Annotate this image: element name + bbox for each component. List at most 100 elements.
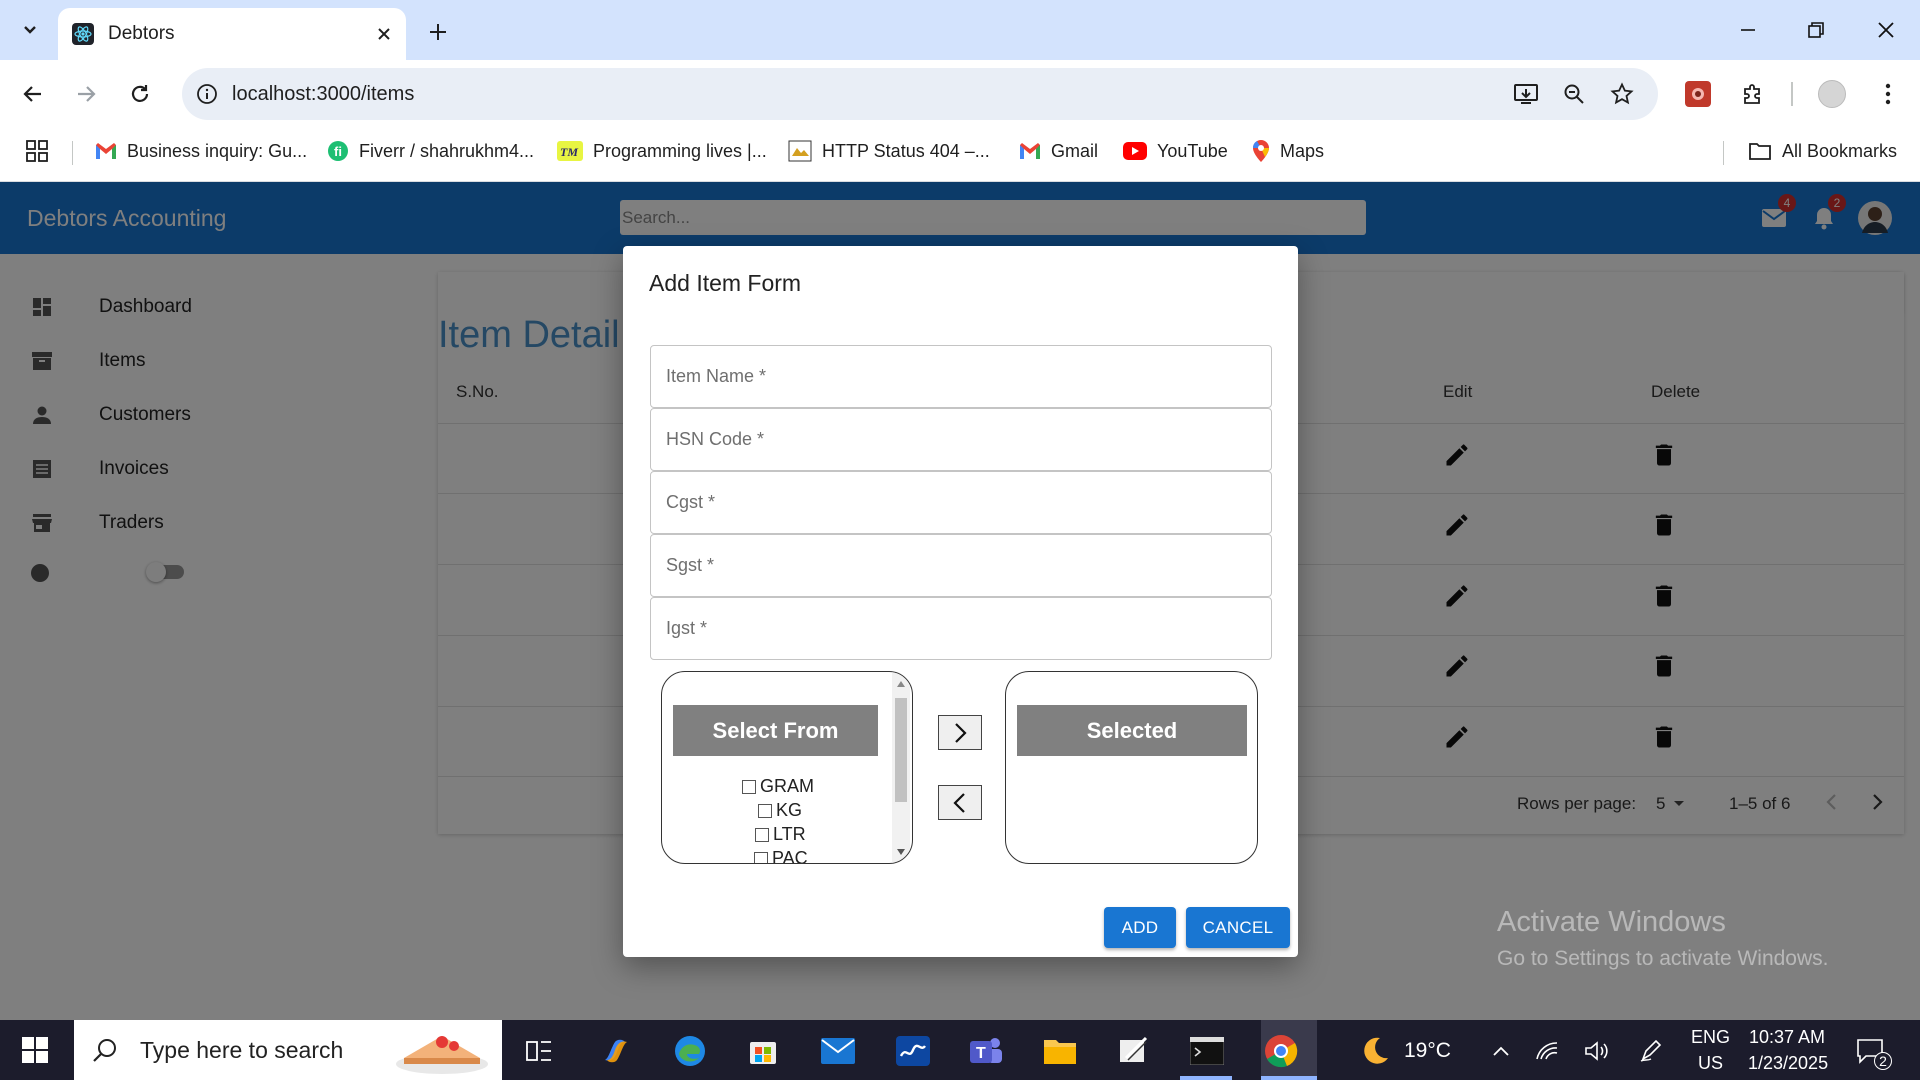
checkbox[interactable]	[742, 779, 756, 794]
unit-option-kg[interactable]: KG	[758, 800, 802, 821]
close-tab-icon[interactable]	[376, 26, 392, 42]
mail-app-button[interactable]	[815, 1028, 861, 1074]
tm-icon: TM	[557, 141, 583, 161]
sgst-input[interactable]	[666, 555, 1271, 576]
address-bar[interactable]: localhost:3000/items	[182, 68, 1658, 120]
arrow-left-icon	[23, 86, 41, 102]
chevron-down-icon	[24, 26, 36, 34]
clock-time[interactable]: 10:37 AM	[1749, 1027, 1825, 1048]
whiteboard-button[interactable]	[890, 1028, 936, 1074]
notification-center-button[interactable]: 2	[1848, 1028, 1892, 1074]
checkbox[interactable]	[754, 851, 768, 863]
select-from-list[interactable]: Select From GRAM KG LTR PAC	[661, 671, 913, 864]
copilot-button[interactable]	[593, 1028, 639, 1074]
bookmark-programming-lives[interactable]: TM Programming lives |...	[557, 136, 767, 166]
checkbox[interactable]	[758, 803, 772, 818]
profile-button[interactable]	[1814, 76, 1850, 112]
hsn-code-field[interactable]	[650, 408, 1272, 471]
browser-tab[interactable]: Debtors	[58, 8, 406, 60]
bookmark-http-404[interactable]: HTTP Status 404 –...	[788, 136, 990, 166]
add-button[interactable]: ADD	[1104, 907, 1176, 948]
folder-icon	[1749, 143, 1771, 160]
browser-menu-button[interactable]	[1870, 76, 1906, 112]
chrome-button[interactable]	[1258, 1028, 1304, 1074]
cgst-input[interactable]	[666, 492, 1271, 513]
minimize-button[interactable]	[1718, 8, 1778, 52]
watermark-title: Activate Windows	[1497, 906, 1726, 938]
start-button[interactable]	[12, 1027, 58, 1073]
reload-button[interactable]	[122, 76, 158, 112]
weather-widget[interactable]	[1352, 1028, 1398, 1074]
snipping-tool-button[interactable]	[1111, 1028, 1157, 1074]
bookmark-maps[interactable]: Maps	[1252, 136, 1324, 166]
install-app-button[interactable]	[1508, 76, 1544, 112]
bookmarks-divider-right	[1723, 141, 1724, 165]
site-info-icon[interactable]	[196, 83, 218, 105]
item-name-input[interactable]	[666, 366, 1271, 387]
scroll-down-icon[interactable]	[896, 848, 906, 856]
forward-button[interactable]	[68, 76, 104, 112]
item-name-field[interactable]	[650, 345, 1272, 408]
edge-button[interactable]	[667, 1028, 713, 1074]
checkbox[interactable]	[755, 827, 769, 842]
bookmark-star-button[interactable]	[1604, 76, 1640, 112]
network-button[interactable]	[1527, 1028, 1567, 1074]
taskbar-search-placeholder: Type here to search	[140, 1036, 344, 1063]
show-hidden-icons-button[interactable]	[1481, 1028, 1521, 1074]
language-indicator[interactable]: ENG	[1691, 1027, 1730, 1048]
back-button[interactable]	[15, 76, 51, 112]
chevron-right-icon	[955, 722, 967, 743]
list-scrollbar-thumb[interactable]	[895, 698, 907, 802]
task-view-button[interactable]	[516, 1028, 562, 1074]
toolbar-divider	[1791, 82, 1793, 106]
arrow-right-icon	[78, 86, 96, 102]
terminal-button[interactable]	[1184, 1028, 1230, 1074]
gmail-icon	[96, 143, 116, 159]
bookmark-gmail[interactable]: Gmail	[1019, 136, 1098, 166]
file-explorer-button[interactable]	[1037, 1028, 1083, 1074]
igst-field[interactable]	[650, 597, 1272, 660]
unit-option-gram[interactable]: GRAM	[742, 776, 814, 797]
reload-icon	[131, 85, 149, 102]
close-window-button[interactable]	[1856, 8, 1916, 52]
selected-list[interactable]: Selected	[1005, 671, 1258, 864]
cancel-button[interactable]: CANCEL	[1186, 907, 1290, 948]
teams-button[interactable]: T	[963, 1028, 1009, 1074]
unit-option-ltr[interactable]: LTR	[755, 824, 806, 845]
bookmark-fiverr[interactable]: fi Fiverr / shahrukhm4...	[327, 136, 534, 166]
plus-icon	[430, 24, 446, 40]
wifi-icon	[1536, 1042, 1558, 1060]
extension-button[interactable]	[1680, 76, 1716, 112]
svg-text:TM: TM	[560, 145, 578, 159]
pen-button[interactable]	[1631, 1028, 1671, 1074]
restore-button[interactable]	[1786, 8, 1846, 52]
restore-icon	[1808, 22, 1824, 38]
sgst-field[interactable]	[650, 534, 1272, 597]
extensions-menu-button[interactable]	[1735, 76, 1771, 112]
move-left-button[interactable]	[938, 785, 982, 820]
unit-option-pac[interactable]: PAC	[754, 848, 808, 863]
tab-search-button[interactable]	[12, 12, 48, 48]
chrome-active-indicator	[1261, 1076, 1317, 1080]
scroll-up-icon[interactable]	[896, 680, 906, 688]
weather-temperature: 19°C	[1404, 1039, 1451, 1062]
move-right-button[interactable]	[938, 715, 982, 750]
select-from-header: Select From	[673, 705, 878, 756]
zoom-button[interactable]	[1556, 76, 1592, 112]
tomcat-icon	[788, 140, 812, 162]
speaker-icon	[1585, 1041, 1608, 1061]
taskbar-search-box[interactable]: Type here to search	[74, 1020, 502, 1080]
volume-button[interactable]	[1577, 1028, 1617, 1074]
igst-input[interactable]	[666, 618, 1271, 639]
all-bookmarks-button[interactable]: All Bookmarks	[1748, 136, 1897, 166]
bookmark-youtube[interactable]: YouTube	[1123, 136, 1228, 166]
hsn-code-input[interactable]	[666, 429, 1271, 450]
folder-icon	[1044, 1040, 1076, 1064]
apps-button[interactable]	[26, 136, 48, 166]
region-indicator: US	[1698, 1053, 1724, 1073]
add-item-dialog: Add Item Form Select From GRAM KG LTR PA…	[623, 246, 1298, 957]
cgst-field[interactable]	[650, 471, 1272, 534]
bookmark-business-inquiry[interactable]: Business inquiry: Gu...	[95, 136, 307, 166]
store-button[interactable]	[740, 1028, 786, 1074]
new-tab-button[interactable]	[422, 16, 454, 48]
